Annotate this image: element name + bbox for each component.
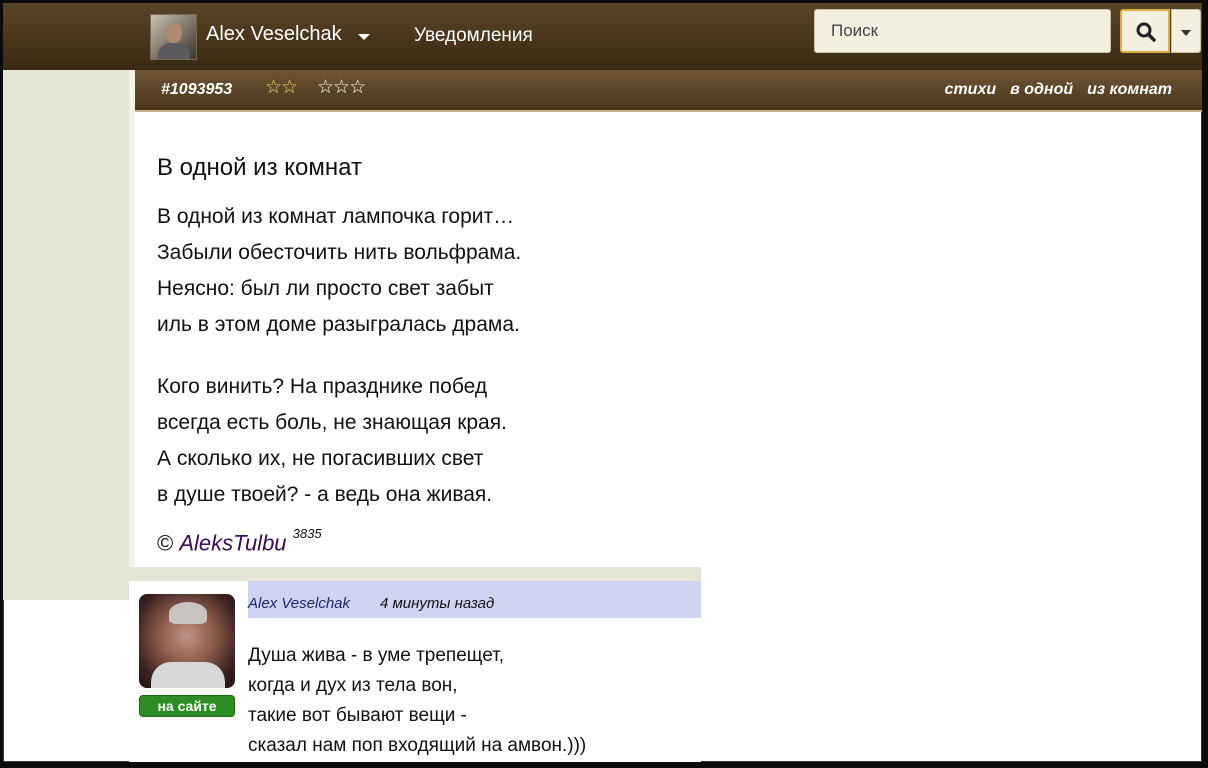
page-frame: Alex Veselchak Уведомления #1093953 ☆☆ ☆…: [3, 3, 1202, 762]
comment-timestamp: 4 минуты назад: [380, 595, 495, 612]
rating-stars-filled[interactable]: ☆☆: [265, 76, 298, 99]
tag-link[interactable]: стихи: [945, 81, 997, 99]
author-link[interactable]: AleksTulbu: [179, 530, 286, 555]
caret-down-icon: [1181, 30, 1191, 36]
poem-line: А сколько их, не погасивших свет: [157, 447, 484, 470]
comment-line: такие вот бывают вещи -: [248, 705, 467, 726]
poem-line: В одной из комнат лампочка горит…: [157, 205, 515, 228]
post-header-bar: #1093953 ☆☆ ☆☆☆ стихи в одной из комнат: [135, 70, 1202, 112]
poem-stanza: В одной из комнат лампочка горит… Забыли…: [157, 199, 521, 343]
tag-link[interactable]: из комнат: [1087, 81, 1172, 99]
left-sidebar-edge: [129, 70, 135, 570]
poem-line: Неясно: был ли просто свет забыт: [157, 277, 494, 300]
search-icon: [1136, 22, 1156, 42]
chevron-down-icon[interactable]: [358, 34, 370, 40]
poem-line: Кого винить? На празднике побед: [157, 375, 488, 398]
comment-author-link[interactable]: Alex Veselchak: [248, 595, 350, 612]
user-menu-name[interactable]: Alex Veselchak: [206, 23, 342, 46]
search-button[interactable]: [1120, 9, 1170, 53]
poem-line: Забыли обесточить нить вольфрама.: [157, 241, 522, 264]
notifications-link[interactable]: Уведомления: [414, 25, 533, 47]
left-sidebar: [3, 70, 135, 600]
poem-stanza: Кого винить? На празднике побед всегда е…: [157, 369, 507, 513]
search-input[interactable]: [814, 9, 1111, 53]
user-avatar[interactable]: [150, 14, 197, 60]
comment-line: сказал нам поп входящий на амвон.))): [248, 735, 587, 756]
commenter-avatar[interactable]: [139, 594, 235, 688]
poem-line: иль в этом доме разыгралась драма.: [157, 313, 520, 336]
post-id-link[interactable]: #1093953: [161, 81, 232, 99]
rating-stars-empty[interactable]: ☆☆☆: [317, 76, 366, 99]
poem-line: в душе твоей? - а ведь она живая.: [157, 483, 493, 506]
tag-link[interactable]: в одной: [1010, 81, 1073, 99]
comment-separator: [129, 567, 701, 581]
comment-line: Душа жива - в уме трепещет,: [248, 645, 505, 666]
search-options-dropdown[interactable]: [1171, 9, 1201, 53]
copyright-symbol: ©: [157, 530, 174, 556]
poem-line: всегда есть боль, не знающая края.: [157, 411, 507, 434]
comment-line: когда и дух из тела вон,: [248, 675, 458, 696]
poem-title: В одной из комнат: [157, 154, 362, 181]
author-rating: 3835: [292, 526, 322, 541]
online-status-badge: на сайте: [139, 695, 235, 717]
poem-copyright: © AleksTulbu 3835: [157, 526, 322, 556]
top-navbar: Alex Veselchak Уведомления: [3, 3, 1202, 71]
post-tags: стихи в одной из комнат: [945, 81, 1172, 99]
comment-text: Душа жива - в уме трепещет, когда и дух …: [248, 641, 586, 761]
